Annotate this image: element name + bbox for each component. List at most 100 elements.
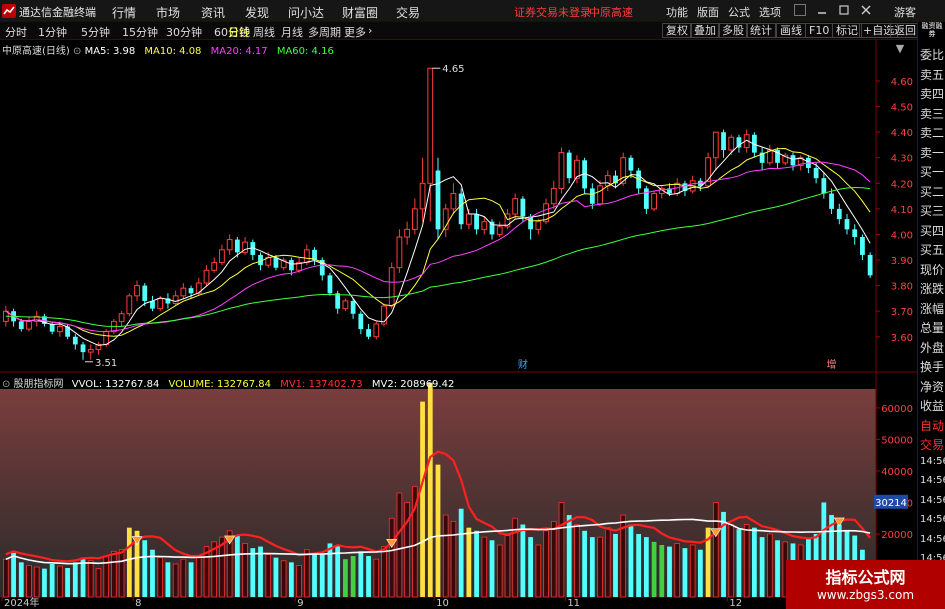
period-5min[interactable]: 5分钟 (81, 24, 110, 40)
candle-body (388, 267, 395, 307)
back-button[interactable]: 返回 (890, 23, 920, 38)
candle-body (458, 193, 464, 225)
candle-body (172, 295, 179, 305)
statistics-button[interactable]: 统计 (746, 23, 776, 38)
candle-body (566, 152, 572, 179)
candle-body (404, 228, 411, 238)
app-title: 通达信金融终端 (19, 6, 96, 19)
overlay-button[interactable]: 叠加 (690, 23, 720, 38)
candle-body (844, 219, 850, 230)
volume-bar (582, 530, 588, 597)
maximize-button[interactable] (838, 4, 850, 16)
volume-bar (420, 401, 425, 597)
menu-item-layout[interactable]: 版面 (697, 4, 719, 20)
candle-body (350, 300, 356, 314)
period-multi[interactable]: 多周期 (308, 24, 341, 40)
chevron-right-icon[interactable]: › (368, 24, 372, 37)
close-button[interactable] (860, 4, 872, 16)
candle-body (203, 269, 210, 284)
volume-bar (613, 533, 618, 597)
period-weekly[interactable]: 周线 (253, 24, 275, 40)
menu-item-options[interactable]: 选项 (759, 4, 781, 20)
indicator-title[interactable]: 股朋指标网 (14, 379, 64, 390)
candle-body (512, 198, 519, 215)
candle-body (558, 152, 565, 189)
current-stock-name: 中原高速 (589, 6, 633, 19)
volume-bar (87, 560, 94, 598)
candle-body (829, 193, 834, 209)
menu-item-functions[interactable]: 功能 (666, 4, 688, 20)
candle-body (643, 188, 649, 209)
candle-body (373, 323, 380, 338)
volume-bar (42, 568, 47, 597)
side-panel-item: 卖三 (920, 106, 945, 121)
price-chart[interactable]: 4.60 4.50 4.40 4.30 4.20 4.10 4.00 3.90 3.80 3.70… (0, 40, 917, 373)
price-chart-pane[interactable]: 4.60 4.50 4.40 4.30 4.20 4.10 4.00 3.90 3.80 3.70… (0, 40, 917, 373)
menu-item-news[interactable]: 资讯 (201, 4, 225, 21)
side-panel-item: 交易 (920, 438, 945, 452)
candle-body (836, 208, 842, 220)
candle-body (49, 323, 55, 332)
candle-body (721, 132, 726, 151)
volume-chart[interactable]: 600005000040000300002000010000302142024年… (0, 373, 917, 609)
side-panel-item: 买三 (920, 204, 945, 218)
volume-chart-pane[interactable]: 600005000040000300002000010000302142024年… (0, 373, 917, 609)
volume-bar (751, 527, 757, 597)
period-15min[interactable]: 15分钟 (122, 24, 158, 40)
chart-settings-icon[interactable]: ▼ (896, 42, 905, 55)
mv1-label: MV1: 137402.73 (280, 379, 363, 390)
menu-item-discover[interactable]: 发现 (245, 4, 269, 21)
candle-body (126, 295, 133, 315)
trade-login-notice[interactable]: 证券交易未登录 (514, 4, 591, 20)
draw-line-button[interactable]: 画线 (776, 23, 806, 38)
candle-body (597, 185, 603, 205)
candle-body (188, 288, 194, 294)
period-daily[interactable]: 日线 (228, 24, 250, 40)
candle-body (303, 249, 310, 264)
multi-stock-button[interactable]: 多股 (718, 23, 748, 38)
skin-button[interactable] (794, 4, 806, 16)
volume-bar (543, 530, 549, 598)
volume-label: VOLUME: 132767.84 (168, 379, 272, 390)
menu-item-assistant[interactable]: 问小达 (288, 4, 324, 21)
low-price-label: 3.51 (95, 358, 117, 369)
period-intraday[interactable]: 分时 (5, 24, 27, 40)
period-1min[interactable]: 1分钟 (38, 24, 67, 40)
period-more[interactable]: 更多 (344, 24, 366, 40)
adjust-button[interactable]: 复权 (662, 23, 692, 38)
period-30min[interactable]: 30分钟 (166, 24, 202, 40)
volume-bar (558, 502, 565, 598)
candle-body (219, 249, 225, 264)
settings-icon[interactable]: ⊙ (73, 46, 85, 57)
price-tick-label: 3.90 (891, 256, 913, 267)
volume-bar (435, 464, 441, 597)
volume-bar (72, 562, 78, 597)
candle-body (450, 193, 457, 210)
menu-item-formula[interactable]: 公式 (728, 4, 750, 20)
volume-bar (550, 520, 557, 598)
volume-bar (496, 544, 503, 598)
mark-button[interactable]: 标记 (832, 23, 862, 38)
margin-trading-icon[interactable]: 融资融券 (920, 22, 944, 42)
candle-body (366, 329, 371, 337)
price-tick-label: 4.40 (891, 128, 913, 139)
ma5-label: MA5: 3.98 (84, 46, 136, 57)
menu-item-quotes[interactable]: 行情 (112, 4, 136, 21)
indicator-settings-icon[interactable]: ⊙ (2, 379, 14, 390)
side-panel-item: 收益 (920, 399, 945, 413)
volume-bar (180, 558, 187, 598)
volume-bar (589, 537, 595, 597)
menu-item-market[interactable]: 市场 (156, 4, 180, 21)
volume-bar (396, 492, 403, 598)
volume-bar (111, 550, 117, 598)
menu-item-trade[interactable]: 交易 (396, 4, 420, 21)
f10-button[interactable]: F10 (805, 23, 834, 38)
minimize-button[interactable] (816, 4, 828, 16)
watermark-title: 指标公式网 (825, 568, 906, 587)
guest-user-label[interactable]: 游客 (894, 4, 916, 20)
volume-bar (743, 524, 750, 598)
period-monthly[interactable]: 月线 (281, 24, 303, 40)
candle-body (157, 297, 164, 310)
volume-bar (651, 541, 657, 597)
menu-item-wealth-circle[interactable]: 财富圈 (342, 4, 378, 21)
